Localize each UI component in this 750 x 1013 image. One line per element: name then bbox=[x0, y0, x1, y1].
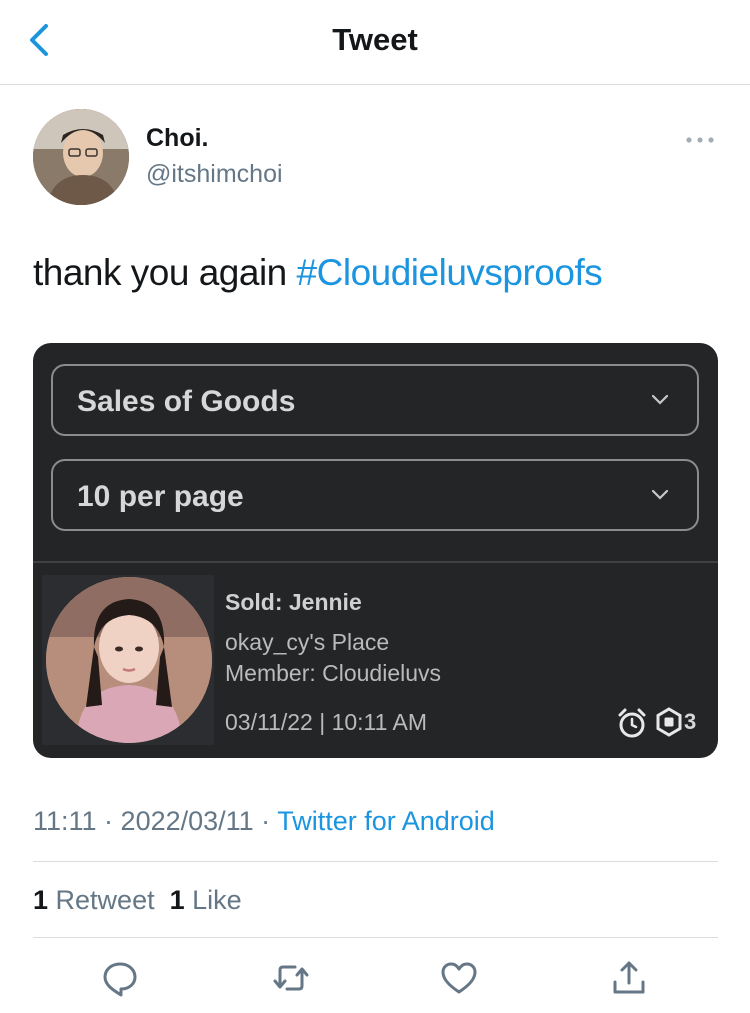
hashtag-link[interactable]: #Cloudieluvsproofs bbox=[297, 252, 603, 293]
tweet-text: thank you again #Cloudieluvsproofs bbox=[33, 252, 603, 294]
retweets-stat[interactable]: 1 Retweet bbox=[33, 885, 155, 915]
item-photo bbox=[46, 577, 212, 743]
category-dropdown-label: Sales of Goods bbox=[77, 385, 296, 418]
robux-icon bbox=[656, 707, 682, 737]
category-dropdown[interactable]: Sales of Goods bbox=[51, 364, 699, 436]
retweet-count: 1 bbox=[33, 885, 49, 915]
author-handle[interactable]: @itshimchoi bbox=[146, 160, 283, 189]
alarm-clock-icon bbox=[618, 708, 646, 738]
attached-image[interactable]: Sales of Goods 10 per page Sold: Jennie … bbox=[33, 343, 718, 758]
divider bbox=[33, 561, 718, 563]
page-size-dropdown[interactable]: 10 per page bbox=[51, 459, 699, 531]
like-label: Like bbox=[184, 885, 242, 915]
retweet-label: Retweet bbox=[48, 885, 155, 915]
item-thumbnail bbox=[42, 575, 214, 745]
divider bbox=[33, 861, 718, 862]
top-bar: Tweet bbox=[0, 0, 750, 85]
likes-stat[interactable]: 1 Like bbox=[170, 885, 242, 915]
avatar[interactable] bbox=[33, 109, 129, 205]
timestamp: 11:11 · 2022/03/11 · bbox=[33, 806, 278, 836]
page-size-dropdown-label: 10 per page bbox=[77, 480, 244, 513]
like-icon[interactable] bbox=[439, 958, 479, 998]
reply-icon[interactable] bbox=[100, 958, 140, 998]
author-name[interactable]: Choi. bbox=[146, 124, 209, 153]
retweet-icon[interactable] bbox=[271, 958, 311, 998]
sale-datetime: 03/11/22 | 10:11 AM bbox=[225, 709, 428, 735]
tweet-stats: 1 Retweet 1 Like bbox=[33, 885, 242, 916]
tweet-body: thank you again bbox=[33, 252, 297, 293]
chevron-down-icon bbox=[651, 394, 669, 405]
chevron-down-icon bbox=[651, 489, 669, 500]
tweet-meta: 11:11 · 2022/03/11 · Twitter for Android bbox=[33, 806, 495, 837]
member-name: Member: Cloudieluvs bbox=[225, 660, 442, 686]
page-title: Tweet bbox=[332, 22, 418, 57]
source-link[interactable]: Twitter for Android bbox=[277, 806, 495, 836]
like-count: 1 bbox=[169, 885, 185, 915]
more-horizontal-icon[interactable] bbox=[684, 126, 716, 154]
share-icon[interactable] bbox=[609, 958, 649, 998]
sold-item: Sold: Jennie bbox=[225, 589, 362, 615]
robux-amount: 3 bbox=[684, 709, 697, 734]
divider bbox=[33, 937, 718, 938]
place-name: okay_cy's Place bbox=[225, 629, 390, 655]
